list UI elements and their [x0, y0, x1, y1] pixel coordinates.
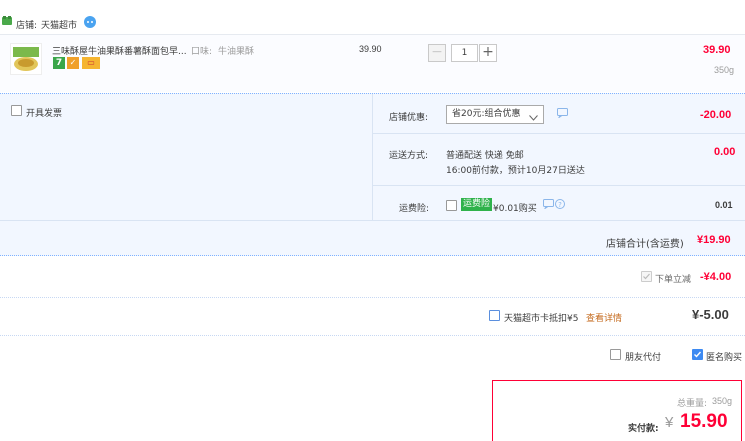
product-weight: 350g	[714, 65, 735, 75]
instant-discount-row: 下单立减 -¥4.00	[0, 256, 745, 297]
invoice-checkbox[interactable]	[11, 105, 22, 116]
product-title[interactable]: 三味酥屋牛油果酥番薯酥面包早...	[52, 44, 187, 57]
pay-currency: ¥	[665, 414, 674, 431]
shipping-method: 普通配送 快递 免邮	[446, 151, 524, 161]
insurance-label: 运费险:	[399, 204, 430, 214]
discount-select[interactable]: 省20元:组合优惠	[446, 105, 544, 124]
store-total-amount: ¥19.90	[697, 234, 731, 246]
pay-label: 实付款:	[628, 424, 659, 434]
quantity-plus-button[interactable]: +	[479, 44, 497, 62]
store-header: 店铺: 天猫超市	[0, 10, 745, 34]
pay-amount: 15.90	[680, 411, 728, 432]
total-weight: 350g	[712, 396, 733, 406]
svg-text:?: ?	[558, 201, 562, 209]
product-row: 三味酥屋牛油果酥番薯酥面包早... 口味: 牛油果酥 7 ✓ ▭ 39.90 −…	[0, 34, 745, 92]
insurance-text: ¥0.01购买	[493, 204, 537, 214]
friend-pay-checkbox[interactable]	[610, 349, 621, 360]
store-name[interactable]: 天猫超市	[41, 18, 77, 31]
anonymous-label: 匿名购买	[706, 353, 743, 363]
card-coupon-checkbox[interactable]	[489, 310, 500, 321]
order-summary: 总重量: 350g 实付款: ¥ 15.90	[492, 380, 742, 441]
discount-label: 店铺优惠:	[389, 113, 429, 123]
store-icon	[2, 16, 12, 25]
shipping-amount: 0.00	[714, 146, 736, 158]
chevron-down-icon	[529, 111, 538, 128]
product-spec-value: 牛油果酥	[218, 47, 255, 57]
insurance-comment-icon[interactable]	[543, 199, 554, 212]
insurance-badge: 运费险	[461, 198, 493, 211]
insurance-checkbox[interactable]	[446, 200, 457, 211]
seven-day-return-icon: 7	[53, 57, 65, 69]
order-options-panel: 开具发票 店铺优惠: 省20元:组合优惠 -20.00 运送方式: 普通配送 快…	[0, 93, 745, 256]
invoice-label: 开具发票	[26, 109, 63, 119]
instant-discount-label: 下单立减	[655, 275, 692, 285]
instant-discount-checkbox	[641, 271, 652, 282]
store-total-label: 店铺合计(含运费)	[606, 239, 684, 250]
chat-icon[interactable]	[84, 16, 96, 28]
discount-amount: -20.00	[700, 109, 732, 121]
card-coupon-row: 天猫超市卡抵扣¥5 查看详情 ¥-5.00	[0, 297, 745, 335]
friend-pay-label: 朋友代付	[625, 353, 662, 363]
instant-discount-amount: -¥4.00	[700, 271, 732, 283]
payment-options-row: 朋友代付 匿名购买	[0, 335, 745, 370]
help-icon[interactable]: ?	[555, 199, 565, 212]
shipping-label: 运送方式:	[389, 151, 429, 161]
quantity-stepper: − 1 +	[428, 44, 498, 62]
card-pay-icon: ▭	[82, 57, 100, 69]
card-coupon-label: 天猫超市卡抵扣¥5	[504, 314, 579, 324]
product-spec-label: 口味:	[191, 47, 213, 57]
anonymous-checkbox[interactable]	[692, 349, 703, 360]
shipping-note: 16:00前付款，预计10月27日送达	[446, 166, 585, 176]
insurance-amount: 0.01	[715, 200, 733, 210]
discount-select-value: 省20元:组合优惠	[452, 109, 521, 119]
product-thumbnail[interactable]	[10, 43, 42, 75]
product-total: 39.90	[703, 44, 731, 56]
unit-price: 39.90	[359, 44, 382, 54]
discount-comment-icon[interactable]	[557, 108, 568, 121]
quantity-minus-button[interactable]: −	[428, 44, 446, 62]
quantity-input[interactable]: 1	[451, 44, 478, 62]
card-coupon-amount: ¥-5.00	[692, 307, 729, 322]
row-divider	[372, 185, 745, 186]
total-weight-label: 总重量:	[677, 399, 708, 409]
guarantee-icon: ✓	[67, 57, 79, 69]
card-coupon-details-link[interactable]: 查看详情	[586, 311, 622, 324]
store-label: 店铺:	[16, 21, 38, 31]
panel-divider	[372, 94, 373, 220]
row-divider	[0, 220, 745, 221]
row-divider	[372, 133, 745, 134]
